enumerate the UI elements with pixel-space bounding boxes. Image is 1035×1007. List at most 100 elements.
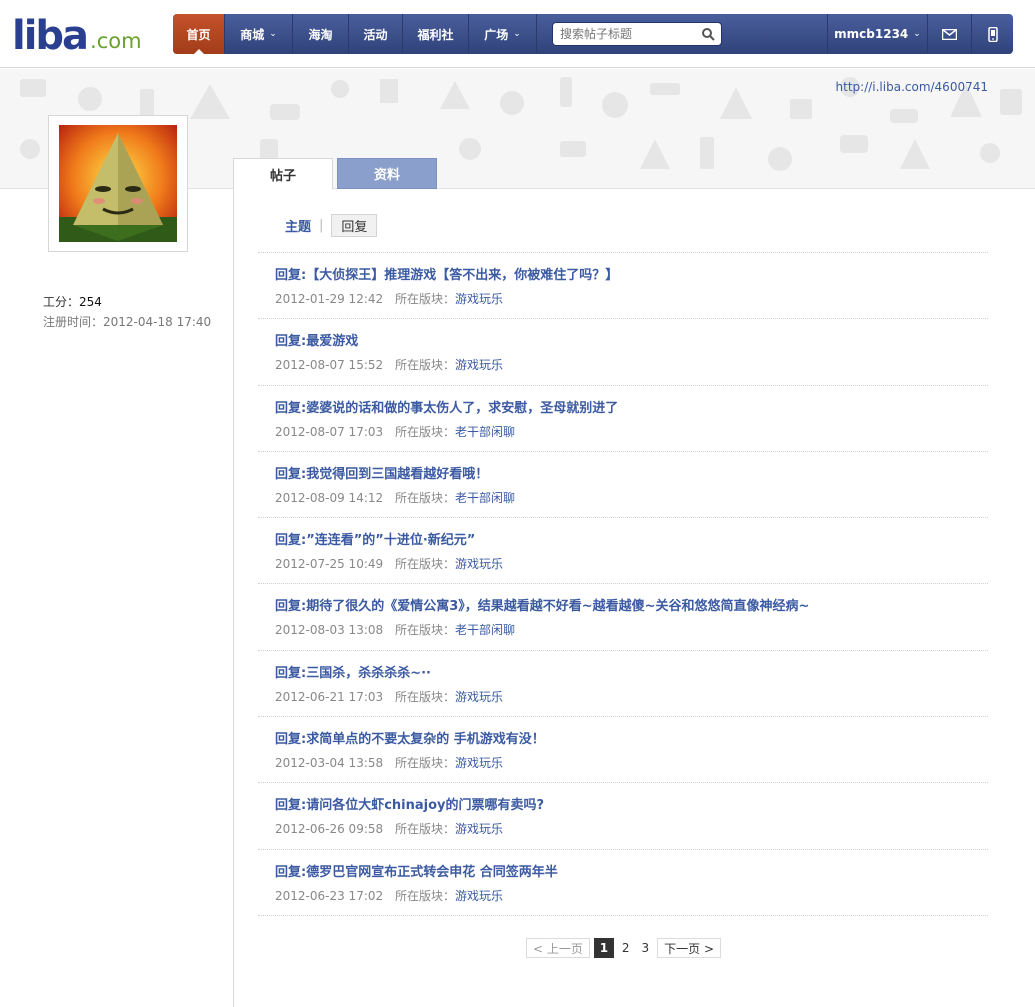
page-2-button[interactable]: 2 (617, 938, 634, 958)
nav-item-welfare[interactable]: 福利社 (403, 14, 469, 54)
forum-label: 所在版块： (395, 490, 456, 505)
points-label: 工分： (43, 295, 80, 309)
mobile-button[interactable] (971, 14, 1013, 54)
profile-url-link[interactable]: http://i.liba.com/4600741 (836, 80, 988, 94)
username: mmcb1234 (834, 27, 909, 41)
nav-item-mall[interactable]: 商城 ⌄ (225, 14, 293, 54)
post-meta: 2012-01-29 12:42 所在版块：游戏玩乐 (275, 291, 988, 307)
list-item: 回复:求简单点的不要太复杂的 手机游戏有没！ 2012-03-04 13:58 所… (258, 717, 988, 784)
nav-item-label: 首页 (186, 27, 211, 42)
reply-list: 回复:【大侦探王】推理游戏【答不出来，你被难住了吗？】 2012-01-29 1… (258, 253, 988, 916)
forum-link[interactable]: 老干部闲聊 (455, 491, 515, 505)
site-header: liba .com 首页 商城 ⌄ 海淘 活动 福利社 广场 ⌄ 搜索帖子标题 … (0, 0, 1035, 68)
points-value: 254 (79, 295, 102, 309)
register-label: 注册时间： (43, 315, 104, 329)
profile-tabs: 帖子 资料 (233, 158, 437, 190)
post-meta: 2012-08-07 17:03 所在版块：老干部闲聊 (275, 424, 988, 440)
forum-link[interactable]: 游戏玩乐 (455, 292, 503, 306)
list-item: 回复:婆婆说的话和做的事太伤人了，求安慰，圣母就别进了 2012-08-07 1… (258, 386, 988, 452)
search-box (552, 22, 722, 46)
post-title-link[interactable]: 回复:请问各位大虾chinajoy的门票哪有卖吗? (275, 797, 988, 815)
nav-item-label: 活动 (363, 27, 388, 42)
content-divider (233, 189, 234, 1007)
tab-posts[interactable]: 帖子 (233, 158, 333, 190)
subtab-topics[interactable]: 主题 (285, 216, 311, 235)
post-title-link[interactable]: 回复:最爱游戏 (275, 333, 988, 351)
post-meta: 2012-08-03 13:08 所在版块：老干部闲聊 (275, 622, 988, 638)
next-page-button[interactable]: 下一页 > (657, 938, 722, 958)
nav-item-activity[interactable]: 活动 (349, 14, 403, 54)
post-date: 2012-08-03 13:08 (275, 623, 384, 638)
search-icon[interactable] (701, 27, 715, 41)
subtab-replies[interactable]: 回复 (331, 214, 378, 237)
post-date: 2012-06-23 17:02 (275, 888, 384, 903)
nav-item-square[interactable]: 广场 ⌄ (469, 14, 537, 54)
nav-item-home[interactable]: 首页 (173, 14, 225, 54)
post-title-link[interactable]: 回复:【大侦探王】推理游戏【答不出来，你被难住了吗？】 (275, 267, 988, 285)
forum-label: 所在版块： (395, 822, 456, 837)
page-3-button[interactable]: 3 (637, 938, 654, 958)
page-1-button[interactable]: 1 (593, 938, 614, 958)
subtab-separator: | (319, 218, 324, 233)
list-item: 回复:请问各位大虾chinajoy的门票哪有卖吗? 2012-06-26 09:… (258, 783, 988, 850)
list-item: 回复:【大侦探王】推理游戏【答不出来，你被难住了吗？】 2012-01-29 1… (258, 253, 988, 320)
post-date: 2012-01-29 12:42 (275, 292, 384, 306)
nav-item-label: 商城 (240, 27, 265, 42)
register-row: 注册时间：2012-04-18 17:40 (43, 312, 211, 332)
post-title-link[interactable]: 回复:德罗巴官网宣布正式转会申花 合同签两年半 (275, 864, 988, 882)
site-logo[interactable]: liba .com (12, 13, 142, 59)
forum-link[interactable]: 游戏玩乐 (455, 690, 503, 704)
forum-label: 所在版块： (395, 756, 456, 771)
post-meta: 2012-03-04 13:58 所在版块：游戏玩乐 (275, 755, 988, 771)
post-date: 2012-07-25 10:49 (275, 557, 384, 572)
post-title-link[interactable]: 回复:三国杀，杀杀杀杀~·· (275, 665, 988, 683)
post-meta: 2012-08-07 15:52 所在版块：游戏玩乐 (275, 357, 988, 373)
post-meta: 2012-06-23 17:02 所在版块：游戏玩乐 (275, 888, 988, 904)
post-title-link[interactable]: 回复:婆婆说的话和做的事太伤人了，求安慰，圣母就别进了 (275, 400, 988, 418)
forum-label: 所在版块： (395, 557, 456, 572)
post-meta: 2012-06-21 17:03 所在版块：游戏玩乐 (275, 689, 988, 705)
forum-link[interactable]: 老干部闲聊 (455, 425, 515, 439)
chevron-down-icon: ⌄ (513, 29, 521, 39)
post-date: 2012-06-26 09:58 (275, 822, 384, 837)
post-title-link[interactable]: 回复:求简单点的不要太复杂的 手机游戏有没！ (275, 731, 988, 749)
logo-wordmark: liba (12, 13, 89, 59)
chevron-down-icon: ⌄ (913, 29, 921, 39)
user-avatar[interactable] (48, 115, 188, 252)
forum-label: 所在版块： (395, 358, 456, 373)
forum-link[interactable]: 游戏玩乐 (455, 756, 503, 770)
forum-link[interactable]: 游戏玩乐 (455, 557, 503, 571)
post-title-link[interactable]: 回复:期待了很久的《爱情公寓3》，结果越看越不好看~越看越傻~关谷和悠悠简直像神… (275, 598, 988, 616)
mobile-phone-icon (987, 26, 998, 42)
chevron-down-icon: ⌄ (269, 29, 277, 39)
message-button[interactable] (927, 14, 971, 54)
list-item: 回复:”连连看”的”十进位·新纪元” 2012-07-25 10:49 所在版块：… (258, 518, 988, 585)
forum-label: 所在版块： (395, 623, 456, 638)
list-item: 回复:三国杀，杀杀杀杀~·· 2012-06-21 17:03 所在版块：游戏玩乐 (258, 651, 988, 718)
forum-link[interactable]: 游戏玩乐 (455, 889, 503, 903)
post-subtabs: 主题 | 回复 (285, 214, 378, 237)
post-meta: 2012-06-26 09:58 所在版块：游戏玩乐 (275, 821, 988, 837)
main-navbar: 首页 商城 ⌄ 海淘 活动 福利社 广场 ⌄ mmcb1234 (173, 14, 1013, 54)
nav-item-label: 福利社 (417, 27, 454, 42)
list-item: 回复:我觉得回到三国越看越好看哦！ 2012-08-09 14:12 所在版块：老… (258, 452, 988, 519)
forum-link[interactable]: 游戏玩乐 (455, 358, 503, 372)
search-input[interactable] (553, 23, 691, 45)
forum-label: 所在版块： (395, 689, 456, 704)
forum-link[interactable]: 老干部闲聊 (455, 623, 515, 637)
list-item: 回复:最爱游戏 2012-08-07 15:52 所在版块：游戏玩乐 (258, 319, 988, 386)
tab-profile-info[interactable]: 资料 (337, 158, 437, 189)
list-item: 回复:期待了很久的《爱情公寓3》，结果越看越不好看~越看越傻~关谷和悠悠简直像神… (258, 584, 988, 651)
user-stats: 工分：254 注册时间：2012-04-18 17:40 (43, 292, 211, 332)
user-menu[interactable]: mmcb1234 ⌄ (827, 14, 927, 54)
prev-page-button[interactable]: < 上一页 (526, 938, 590, 958)
post-date: 2012-08-07 17:03 (275, 424, 384, 439)
forum-label: 所在版块： (395, 424, 456, 439)
nav-item-label: 广场 (484, 27, 509, 42)
post-title-link[interactable]: 回复:”连连看”的”十进位·新纪元” (275, 532, 988, 550)
post-title-link[interactable]: 回复:我觉得回到三国越看越好看哦！ (275, 466, 988, 484)
logo-domain-suffix: .com (90, 29, 142, 53)
nav-item-haitao[interactable]: 海淘 (293, 14, 349, 54)
forum-link[interactable]: 游戏玩乐 (455, 822, 503, 836)
nav-user-area: mmcb1234 ⌄ (827, 14, 1013, 54)
